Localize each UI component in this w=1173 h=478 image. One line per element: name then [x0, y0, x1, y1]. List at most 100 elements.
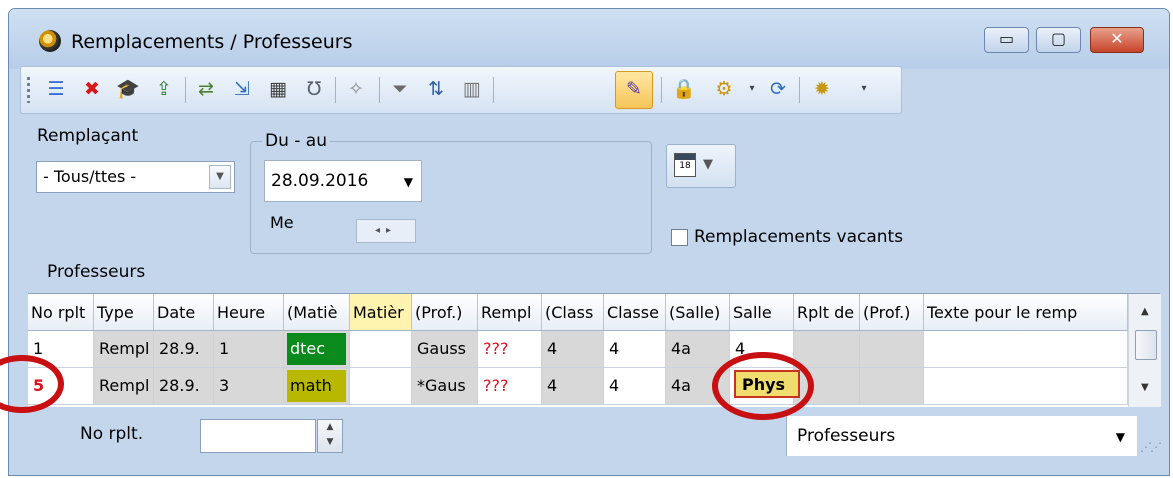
vertical-scrollbar[interactable]: ▲ ▼	[1128, 294, 1161, 407]
scroll-up-icon[interactable]: ▲	[1141, 306, 1149, 317]
title-bar: Remplacements / Professeurs ▭ ▢ ✕	[9, 9, 1169, 69]
cell-classe: 4	[604, 331, 666, 367]
import-icon[interactable]: ⇲	[229, 76, 255, 102]
column-header[interactable]: (Salle)	[666, 294, 730, 330]
maximize-button[interactable]: ▢	[1036, 27, 1081, 53]
column-header[interactable]: (Matiè	[284, 294, 350, 330]
annotation-circle	[712, 352, 814, 420]
no-rplt-label: No rplt.	[80, 424, 144, 444]
column-header[interactable]: Heure	[214, 294, 284, 330]
delete-icon[interactable]: ✖	[79, 76, 105, 102]
cell-prof2	[860, 368, 924, 404]
column-header[interactable]: No rplt	[28, 294, 94, 330]
vacants-checkbox[interactable]	[671, 229, 688, 246]
lock-icon[interactable]: 🔒	[671, 76, 697, 102]
weekday-label: Me	[270, 213, 294, 232]
date-picker[interactable]: 28.09.2016 ▼	[264, 160, 422, 202]
remplacant-select[interactable]: - Tous/ttes - ▼	[36, 161, 235, 193]
remplacant-value: - Tous/ttes -	[43, 167, 137, 186]
toolbar-separator	[335, 77, 336, 103]
graduation-cap-icon[interactable]: 🎓	[115, 76, 141, 102]
view-select[interactable]: Professeurs ▼	[786, 416, 1137, 456]
cell-matiere-orig: math	[284, 368, 350, 404]
cell-salle-orig: 4a	[666, 331, 730, 367]
maximize-icon: ▢	[1050, 29, 1067, 48]
wand-icon[interactable]: ✧	[343, 76, 369, 102]
date-range-label: Du - au	[262, 131, 330, 151]
chevron-down-icon[interactable]: ▾	[739, 76, 765, 102]
column-header[interactable]: Type	[94, 294, 154, 330]
toolbar-separator	[661, 77, 662, 103]
filter-icon[interactable]: ⏷	[387, 76, 413, 102]
table-row[interactable]: 1 Rempl 28.9. 1 dtec Gauss ??? 4 4 4a 4	[28, 331, 1128, 368]
cell-date: 28.9.	[154, 331, 214, 367]
no-rplt-input[interactable]	[200, 419, 316, 453]
scrollbar-thumb[interactable]	[1135, 330, 1157, 360]
list-icon[interactable]: ☰	[43, 76, 69, 102]
column-header[interactable]: Texte pour le remp	[924, 294, 1128, 330]
scroll-down-icon[interactable]: ▼	[1141, 382, 1149, 393]
cell-heure: 1	[214, 331, 284, 367]
columns-icon[interactable]: ▥	[459, 76, 485, 102]
sort-icon[interactable]: ⇅	[423, 76, 449, 102]
gear-icon[interactable]: ✹	[809, 76, 835, 102]
column-header[interactable]: Date	[154, 294, 214, 330]
column-header[interactable]: (Prof.)	[412, 294, 478, 330]
cell-rempl: ???	[478, 331, 542, 367]
calendar-button[interactable]: 18 ▼	[666, 144, 736, 188]
resize-grip-icon[interactable]: ⋰⋰	[1140, 440, 1162, 454]
close-icon: ✕	[1110, 29, 1124, 48]
cell-date: 28.9.	[154, 368, 214, 404]
chevron-down-icon[interactable]: ▼	[1116, 430, 1125, 444]
cell-texte	[924, 368, 1128, 404]
column-header[interactable]: (Class	[542, 294, 604, 330]
vacants-label[interactable]: Remplacements vacants	[694, 227, 903, 247]
column-header[interactable]: Rempl	[478, 294, 542, 330]
calendar-icon: 18	[674, 153, 696, 177]
day-spinner[interactable]: ◂▸	[356, 219, 416, 243]
close-button[interactable]: ✕	[1090, 27, 1144, 53]
column-header[interactable]: (Prof.)	[860, 294, 924, 330]
swap-icon[interactable]: ⇄	[193, 76, 219, 102]
subject-badge: dtec	[287, 333, 346, 365]
cell-rplt-de	[794, 331, 860, 367]
professeurs-section-label: Professeurs	[47, 262, 146, 282]
toolbar-separator	[185, 77, 186, 103]
cell-type: Rempl	[94, 331, 154, 367]
stethoscope-icon[interactable]: ℧	[301, 76, 327, 102]
paint-icon[interactable]: ✎	[621, 76, 647, 102]
export-icon[interactable]: ⇪	[151, 76, 177, 102]
chevron-down-icon[interactable]: ▼	[703, 157, 713, 172]
view-value: Professeurs	[797, 426, 896, 446]
minimize-icon: ▭	[998, 29, 1015, 48]
settings-icon[interactable]: ⚙	[711, 76, 737, 102]
remplacant-label: Remplaçant	[37, 126, 139, 146]
toolbar-separator	[493, 77, 494, 103]
cell-type: Rempl	[94, 368, 154, 404]
chevron-down-icon[interactable]: ▼	[404, 175, 413, 189]
column-header[interactable]: Matièr	[350, 294, 412, 330]
cell-prof2	[860, 331, 924, 367]
calculator-icon[interactable]: ▦	[265, 76, 291, 102]
minimize-button[interactable]: ▭	[984, 27, 1029, 53]
refresh-icon[interactable]: ⟳	[765, 76, 791, 102]
cell-prof-orig: Gauss	[412, 331, 478, 367]
toolbar-overflow-icon[interactable]: ▾	[851, 76, 877, 102]
toolbar-grip[interactable]	[27, 77, 30, 103]
column-header[interactable]: Salle	[730, 294, 794, 330]
chevron-down-icon[interactable]: ▼	[209, 165, 231, 189]
table-row[interactable]: 5 Rempl 28.9. 3 math *Gaus ??? 4 4 4a	[28, 368, 1128, 405]
app-icon	[39, 30, 61, 52]
cell-heure: 3	[214, 368, 284, 404]
no-rplt-spinner[interactable]: ▲ ▼	[317, 419, 343, 453]
column-header[interactable]: Classe	[604, 294, 666, 330]
grid-header: No rplt Type Date Heure (Matiè Matièr (P…	[28, 294, 1128, 331]
window-title: Remplacements / Professeurs	[71, 31, 353, 53]
subject-badge: math	[287, 370, 346, 402]
cell-rempl: ???	[478, 368, 542, 404]
toolbar: ☰ ✖ 🎓 ⇪ ⇄ ⇲ ▦ ℧ ✧ ⏷ ⇅ ▥ ✎ 🔒 ⚙ ▾ ⟳ ✹ ▾	[20, 66, 902, 114]
column-header[interactable]: Rplt de	[794, 294, 860, 330]
cell-prof-orig: *Gaus	[412, 368, 478, 404]
date-value: 28.09.2016	[271, 171, 369, 191]
cell-matiere-orig: dtec	[284, 331, 350, 367]
